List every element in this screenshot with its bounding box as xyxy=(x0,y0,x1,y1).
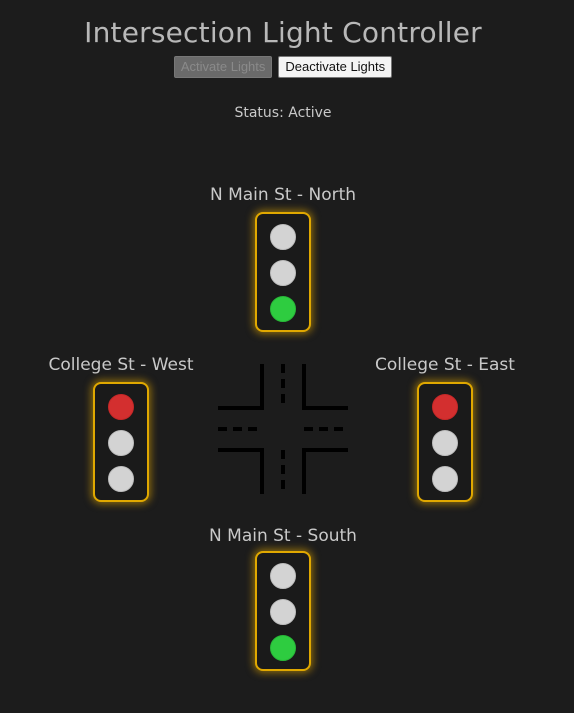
west-light-label: College St - West xyxy=(48,355,194,375)
south-light-label: N Main St - South xyxy=(209,526,357,546)
east-traffic-light xyxy=(417,382,473,502)
activate-lights-button[interactable]: Activate Lights xyxy=(173,56,273,78)
east-light-label: College St - East xyxy=(375,355,515,375)
north-red-lamp xyxy=(270,224,296,250)
south-red-lamp xyxy=(270,563,296,589)
intersection-road-graphic xyxy=(218,364,348,494)
east-yellow-lamp xyxy=(432,430,458,456)
west-red-lamp xyxy=(108,394,134,420)
road-edge-top-right xyxy=(302,364,348,410)
north-green-lamp xyxy=(270,296,296,322)
west-yellow-lamp xyxy=(108,430,134,456)
page: Intersection Light Controller Activate L… xyxy=(0,0,574,713)
west-green-lamp xyxy=(108,466,134,492)
deactivate-lights-button[interactable]: Deactivate Lights xyxy=(278,56,393,78)
north-traffic-light xyxy=(255,212,311,332)
control-buttons: Activate Lights Deactivate Lights xyxy=(0,56,566,78)
south-green-lamp xyxy=(270,635,296,661)
west-traffic-light xyxy=(93,382,149,502)
page-title: Intersection Light Controller xyxy=(84,16,482,49)
north-yellow-lamp xyxy=(270,260,296,286)
south-yellow-lamp xyxy=(270,599,296,625)
road-edge-bottom-right xyxy=(302,448,348,494)
east-red-lamp xyxy=(432,394,458,420)
south-traffic-light xyxy=(255,551,311,671)
north-light-label: N Main St - North xyxy=(209,185,357,205)
road-edge-top-left xyxy=(218,364,264,410)
status-text: Status: Active xyxy=(234,105,332,121)
road-edge-bottom-left xyxy=(218,448,264,494)
east-green-lamp xyxy=(432,466,458,492)
